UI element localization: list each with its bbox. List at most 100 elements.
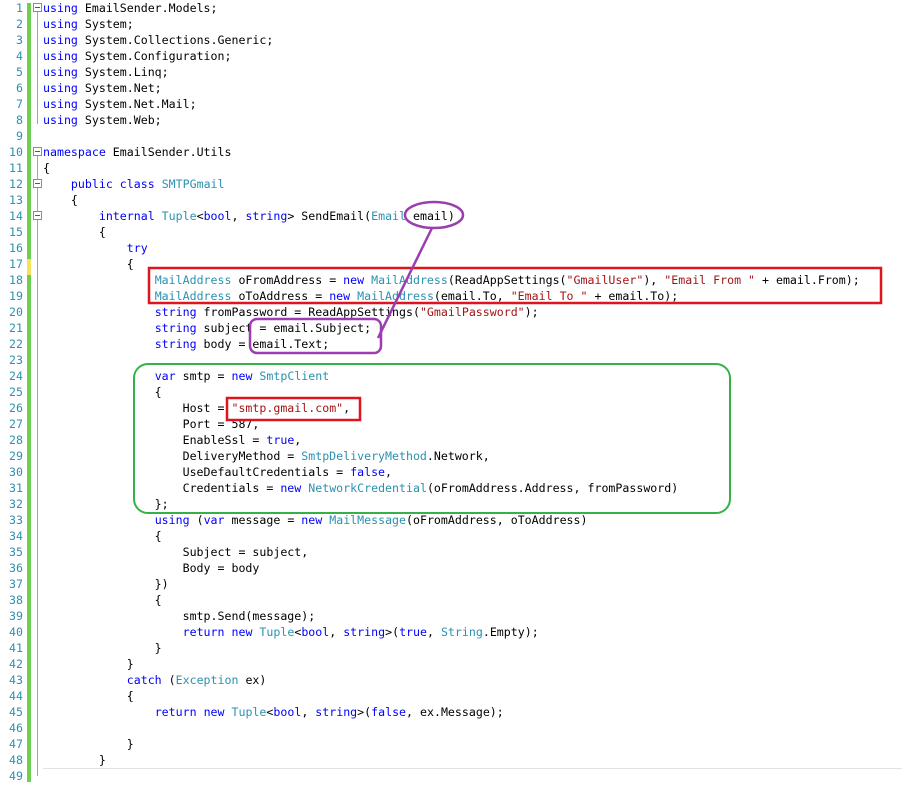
code-line[interactable]: 37 }) <box>0 576 902 592</box>
code-editor[interactable]: 1 using EmailSender.Models; 2 using System;… <box>0 0 902 786</box>
type-token: NetworkCredential <box>308 481 427 495</box>
line-number: 4 <box>16 49 23 63</box>
type-token: MailAddress <box>357 289 434 303</box>
code-text: var smtp = new SmtpClient <box>43 368 330 384</box>
code-line[interactable]: 38 { <box>0 592 902 608</box>
code-line[interactable]: 20 string fromPassword = ReadAppSettings… <box>0 304 902 320</box>
line-number: 5 <box>16 65 23 79</box>
code-line[interactable]: 27 Port = 587, <box>0 416 902 432</box>
keyword-token: return <box>154 705 197 719</box>
code-line[interactable]: 44 { <box>0 688 902 704</box>
code-line[interactable]: 1 using EmailSender.Models; <box>0 0 902 16</box>
type-token: Tuple <box>161 209 197 223</box>
code-line[interactable]: 33 using (var message = new MailMessage(… <box>0 512 902 528</box>
code-line[interactable]: 42 } <box>0 656 902 672</box>
code-token: ( <box>161 673 176 687</box>
keyword-token: var <box>203 513 225 527</box>
code-line[interactable]: 30 UseDefaultCredentials = false, <box>0 464 902 480</box>
code-line[interactable]: 19 MailAddress oToAddress = new MailAddr… <box>0 288 902 304</box>
code-text: { <box>43 224 106 240</box>
code-text: { <box>43 688 134 704</box>
keyword-token: using <box>154 513 190 527</box>
code-line[interactable]: 14 internal Tuple<bool, string> SendEmai… <box>0 208 902 224</box>
code-token: ), <box>643 273 665 287</box>
code-line[interactable]: 13 { <box>0 192 902 208</box>
code-token: + email.From); <box>755 273 860 287</box>
code-line[interactable]: 28 EnableSsl = true, <box>0 432 902 448</box>
code-token: (oFromAddress, oToAddress) <box>406 513 588 527</box>
code-line[interactable]: 34 { <box>0 528 902 544</box>
code-line[interactable]: 9 <box>0 128 902 144</box>
code-text: using System.Web; <box>43 112 162 128</box>
code-line[interactable]: 25 { <box>0 384 902 400</box>
code-line[interactable]: 10 namespace EmailSender.Utils <box>0 144 902 160</box>
code-line[interactable]: 35 Subject = subject, <box>0 544 902 560</box>
keyword-token: bool <box>203 209 232 223</box>
code-line[interactable]: 4 using System.Configuration; <box>0 48 902 64</box>
code-line[interactable]: 11 { <box>0 160 902 176</box>
keyword-token: new <box>329 289 351 303</box>
code-line[interactable]: 3 using System.Collections.Generic; <box>0 32 902 48</box>
keyword-token: using <box>43 65 78 79</box>
code-line[interactable]: 40 return new Tuple<bool, string>(true, … <box>0 624 902 640</box>
keyword-token: new <box>203 705 225 719</box>
code-token: > SendEmail( <box>287 209 372 223</box>
code-line[interactable]: 32 }; <box>0 496 902 512</box>
line-number: 46 <box>9 721 23 735</box>
code-text: Body = body <box>43 560 260 576</box>
keyword-token: var <box>154 369 176 383</box>
code-line[interactable]: 36 Body = body <box>0 560 902 576</box>
keyword-token: using <box>43 97 78 111</box>
code-line[interactable]: 22 string body = email.Text; <box>0 336 902 352</box>
code-token: { <box>43 593 162 607</box>
code-text: } <box>43 736 134 752</box>
code-line[interactable]: 46 <box>0 720 902 736</box>
code-line[interactable]: 49 <box>0 768 902 784</box>
code-line[interactable]: 17 { <box>0 256 902 272</box>
line-number: 36 <box>9 561 23 575</box>
code-line[interactable]: 2 using System; <box>0 16 902 32</box>
type-token: String <box>440 625 483 639</box>
code-line[interactable]: 26 Host = "smtp.gmail.com", <box>0 400 902 416</box>
type-token: MailAddress <box>371 273 448 287</box>
code-line[interactable]: 43 catch (Exception ex) <box>0 672 902 688</box>
code-text: using (var message = new MailMessage(oFr… <box>43 512 588 528</box>
code-line[interactable]: 12 public class SMTPGmail <box>0 176 902 192</box>
code-line[interactable]: 23 <box>0 352 902 368</box>
keyword-token: using <box>43 17 78 31</box>
code-token: ex) <box>238 673 267 687</box>
code-token: EmailSender.Utils <box>105 145 232 159</box>
keyword-token: new <box>231 625 253 639</box>
code-line[interactable]: 5 using System.Linq; <box>0 64 902 80</box>
code-line[interactable]: 15 { <box>0 224 902 240</box>
code-token: , <box>385 465 393 479</box>
code-line[interactable]: 6 using System.Net; <box>0 80 902 96</box>
code-line[interactable]: 18 MailAddress oFromAddress = new MailAd… <box>0 272 902 288</box>
code-token: + email.To); <box>587 289 679 303</box>
keyword-token: using <box>43 81 78 95</box>
code-line[interactable]: 8 using System.Web; <box>0 112 902 128</box>
line-number: 28 <box>9 433 23 447</box>
code-text: { <box>43 160 50 176</box>
code-line[interactable]: 47 } <box>0 736 902 752</box>
code-line[interactable]: 41 } <box>0 640 902 656</box>
code-line[interactable]: 45 return new Tuple<bool, string>(false,… <box>0 704 902 720</box>
code-token: Body = body <box>43 561 260 575</box>
code-line[interactable]: 16 try <box>0 240 902 256</box>
code-line[interactable]: 7 using System.Net.Mail; <box>0 96 902 112</box>
code-line[interactable]: 21 string subject = email.Subject; <box>0 320 902 336</box>
code-token: System; <box>77 17 134 31</box>
code-line[interactable]: 29 DeliveryMethod = SmtpDeliveryMethod.N… <box>0 448 902 464</box>
code-line[interactable]: 39 smtp.Send(message); <box>0 608 902 624</box>
line-number: 1 <box>16 1 23 15</box>
line-number: 37 <box>9 577 23 591</box>
code-text: Credentials = new NetworkCredential(oFro… <box>43 480 679 496</box>
code-line[interactable]: 48 } <box>0 752 902 768</box>
code-line[interactable]: 24 var smtp = new SmtpClient <box>0 368 902 384</box>
line-number: 42 <box>9 657 23 671</box>
code-token: }; <box>43 497 169 511</box>
code-line[interactable]: 31 Credentials = new NetworkCredential(o… <box>0 480 902 496</box>
